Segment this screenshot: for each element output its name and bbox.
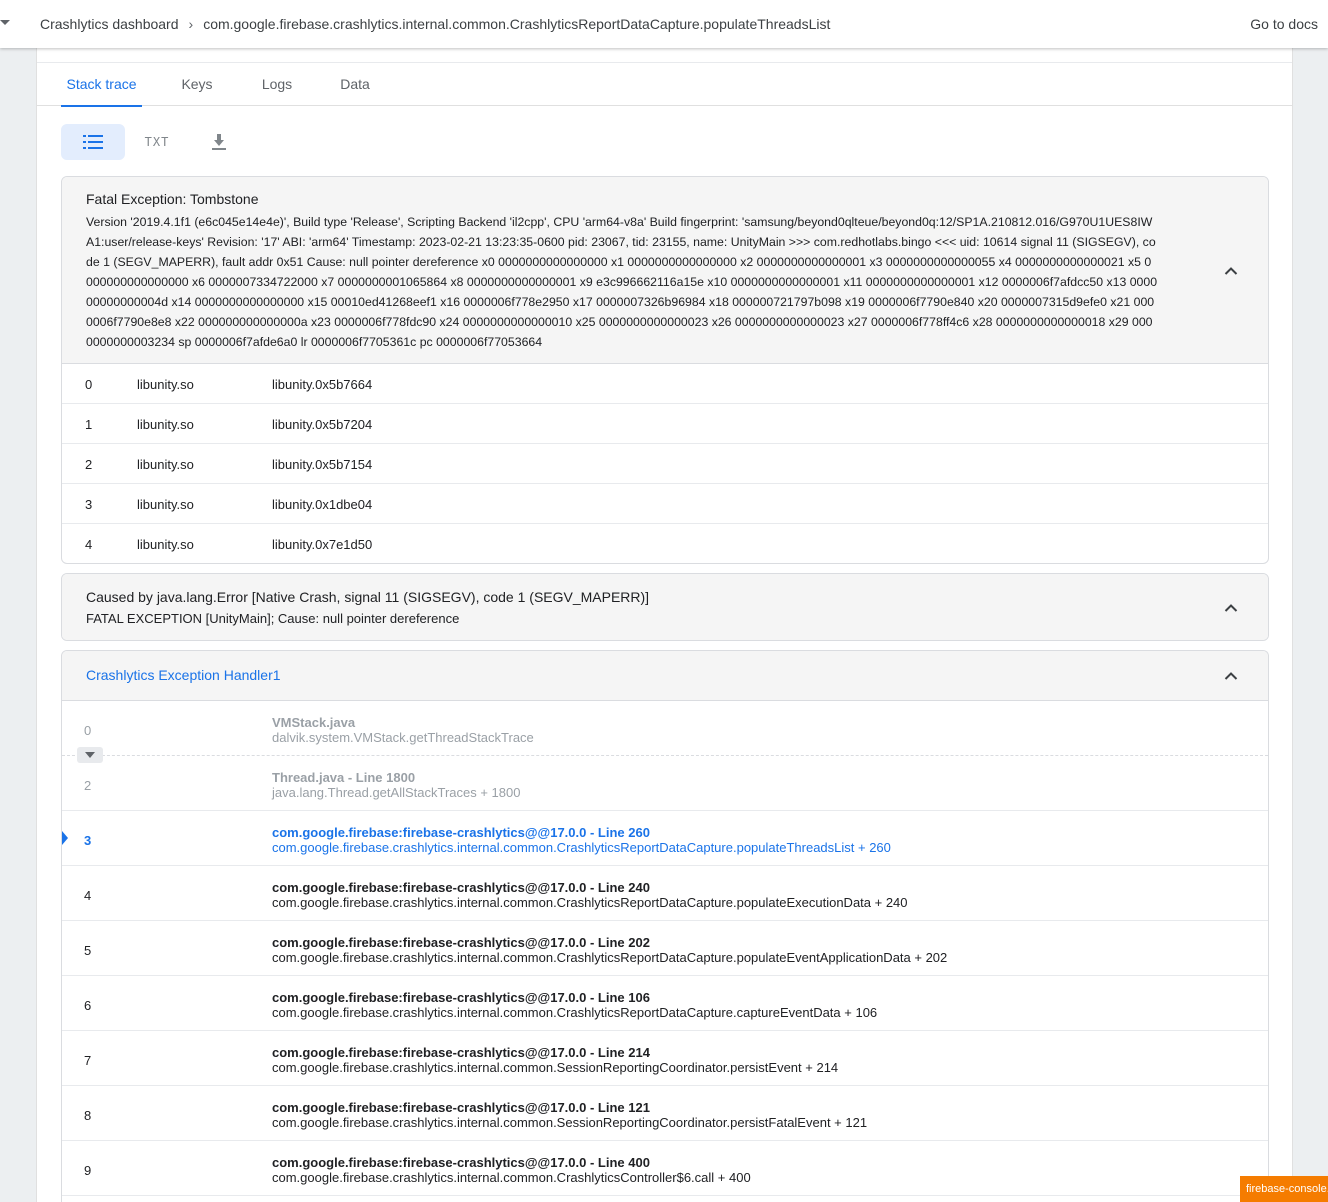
frame-file: com.google.firebase:firebase-crashlytics… [272,1100,650,1115]
caused-by-panel: Caused by java.lang.Error [Native Crash,… [61,573,1269,641]
chevron-down-icon [85,752,95,758]
issue-detail-card: Stack trace Keys Logs Data TXT Fatal Exc… [36,48,1293,1202]
thread-frame-row[interactable]: 4 com.google.firebase:firebase-crashlyti… [62,866,1268,921]
chevron-right-icon: › [188,16,194,32]
thread-frame-row[interactable]: 5 com.google.firebase:firebase-crashlyti… [62,921,1268,976]
frame-method: com.google.firebase.crashlytics.internal… [272,895,908,910]
frame-file: com.google.firebase:firebase-crashlytics… [272,825,650,840]
frame-index: 2 [85,457,93,472]
txt-view-button[interactable]: TXT [133,124,181,160]
frame-method: com.google.firebase.crashlytics.internal… [272,1060,839,1075]
download-icon [212,134,226,150]
frame-index: 1 [85,417,93,432]
exception-detail: Version '2019.4.1f1 (e6c045e14e4e)', Bui… [86,215,1158,349]
thread-frame-row[interactable]: 8 com.google.firebase:firebase-crashlyti… [62,1086,1268,1141]
frame-library: libunity.so [137,377,194,392]
frame-file: com.google.firebase:firebase-crashlytics… [272,990,650,1005]
breadcrumb-current: com.google.firebase.crashlytics.internal… [203,16,831,32]
chevron-up-icon[interactable] [1224,603,1238,612]
frame-index: 7 [84,1053,92,1068]
go-to-docs-link[interactable]: Go to docs [1250,16,1318,32]
thread-frame-row-active[interactable]: 3 com.google.firebase:firebase-crashlyti… [62,811,1268,866]
current-frame-marker-icon [62,831,68,845]
expand-hidden-frames-button[interactable] [77,747,103,763]
frame-index: 0 [85,377,93,392]
frame-symbol: libunity.0x7e1d50 [272,537,373,552]
frame-index: 5 [84,943,92,958]
breadcrumb-dashboard-link[interactable]: Crashlytics dashboard [40,16,179,32]
tab-keys[interactable]: Keys [174,63,220,106]
frame-index: 8 [84,1108,92,1123]
thread-frame-row[interactable]: 0 VMStack.java dalvik.system.VMStack.get… [62,701,1268,763]
thread-frame-row[interactable]: 6 com.google.firebase:firebase-crashlyti… [62,976,1268,1031]
frame-method: com.google.firebase.crashlytics.internal… [272,950,948,965]
tab-data[interactable]: Data [333,63,377,106]
caused-by-subtitle: FATAL EXCEPTION [UnityMain]; Cause: null… [86,611,460,626]
frame-symbol: libunity.0x1dbe04 [272,497,373,512]
tab-logs[interactable]: Logs [253,63,301,106]
fatal-exception-header: Fatal Exception: Tombstone Version '2019… [62,177,1268,364]
frame-index: 3 [84,833,92,848]
frame-index: 6 [84,998,92,1013]
chevron-up-icon[interactable] [1224,671,1238,680]
frame-method: com.google.firebase.crashlytics.internal… [272,1005,878,1020]
frame-row[interactable]: 4 libunity.so libunity.0x7e1d50 [62,524,1268,563]
frame-file: Thread.java - Line 1800 [272,770,416,785]
frame-symbol: libunity.0x5b7664 [272,377,373,392]
top-bar: Crashlytics dashboard › com.google.fireb… [0,0,1328,48]
thread-panel: Crashlytics Exception Handler1 0 VMStack… [61,650,1269,1202]
thread-name-link[interactable]: Crashlytics Exception Handler1 [86,667,1244,683]
frame-method: java.lang.Thread.getAllStackTraces + 180… [272,785,521,800]
menu-dropdown-icon[interactable] [0,20,10,25]
console-url-badge: firebase-console.u [1240,1176,1328,1202]
tab-stack-trace[interactable]: Stack trace [61,63,142,107]
frame-library: libunity.so [137,497,194,512]
frame-method: com.google.firebase.crashlytics.internal… [272,1170,751,1185]
list-view-button[interactable] [61,124,125,160]
frame-symbol: libunity.0x5b7204 [272,417,373,432]
thread-frame-row[interactable]: 7 com.google.firebase:firebase-crashlyti… [62,1031,1268,1086]
frame-file: VMStack.java [272,715,356,730]
download-button[interactable] [197,124,241,160]
frame-index: 4 [85,537,93,552]
frame-index: 0 [84,723,92,738]
thread-frame-row[interactable]: 9 com.google.firebase:firebase-crashlyti… [62,1141,1268,1196]
frame-file: com.google.firebase:firebase-crashlytics… [272,880,650,895]
exception-title: Fatal Exception: Tombstone [86,191,259,207]
frame-method: dalvik.system.VMStack.getThreadStackTrac… [272,730,534,745]
frame-library: libunity.so [137,457,194,472]
thread-frame-row[interactable]: 2 Thread.java - Line 1800 java.lang.Thre… [62,756,1268,811]
breadcrumb: Crashlytics dashboard › com.google.fireb… [40,16,830,32]
frame-row[interactable]: 3 libunity.so libunity.0x1dbe04 [62,484,1268,524]
fatal-exception-panel: Fatal Exception: Tombstone Version '2019… [61,176,1269,564]
thread-header: Crashlytics Exception Handler1 [62,651,1268,701]
tab-bar: Stack trace Keys Logs Data [37,63,1292,107]
frame-index: 9 [84,1163,92,1178]
caused-by-header: Caused by java.lang.Error [Native Crash,… [62,574,1268,640]
frame-row[interactable]: 1 libunity.so libunity.0x5b7204 [62,404,1268,444]
frame-method: com.google.firebase.crashlytics.internal… [272,1115,868,1130]
frame-index: 3 [85,497,93,512]
frame-method: com.google.firebase.crashlytics.internal… [272,840,891,855]
frame-file: com.google.firebase:firebase-crashlytics… [272,1155,650,1170]
frame-row[interactable]: 2 libunity.so libunity.0x5b7154 [62,444,1268,484]
list-icon [83,135,103,149]
frame-library: libunity.so [137,417,194,432]
frame-index: 4 [84,888,92,903]
frame-symbol: libunity.0x5b7154 [272,457,373,472]
chevron-up-icon[interactable] [1224,266,1238,275]
frame-file: com.google.firebase:firebase-crashlytics… [272,1045,650,1060]
frame-file: com.google.firebase:firebase-crashlytics… [272,935,650,950]
frame-row[interactable]: 0 libunity.so libunity.0x5b7664 [62,364,1268,404]
caused-by-title: Caused by java.lang.Error [Native Crash,… [86,589,650,605]
frame-index: 2 [84,778,92,793]
frame-library: libunity.so [137,537,194,552]
